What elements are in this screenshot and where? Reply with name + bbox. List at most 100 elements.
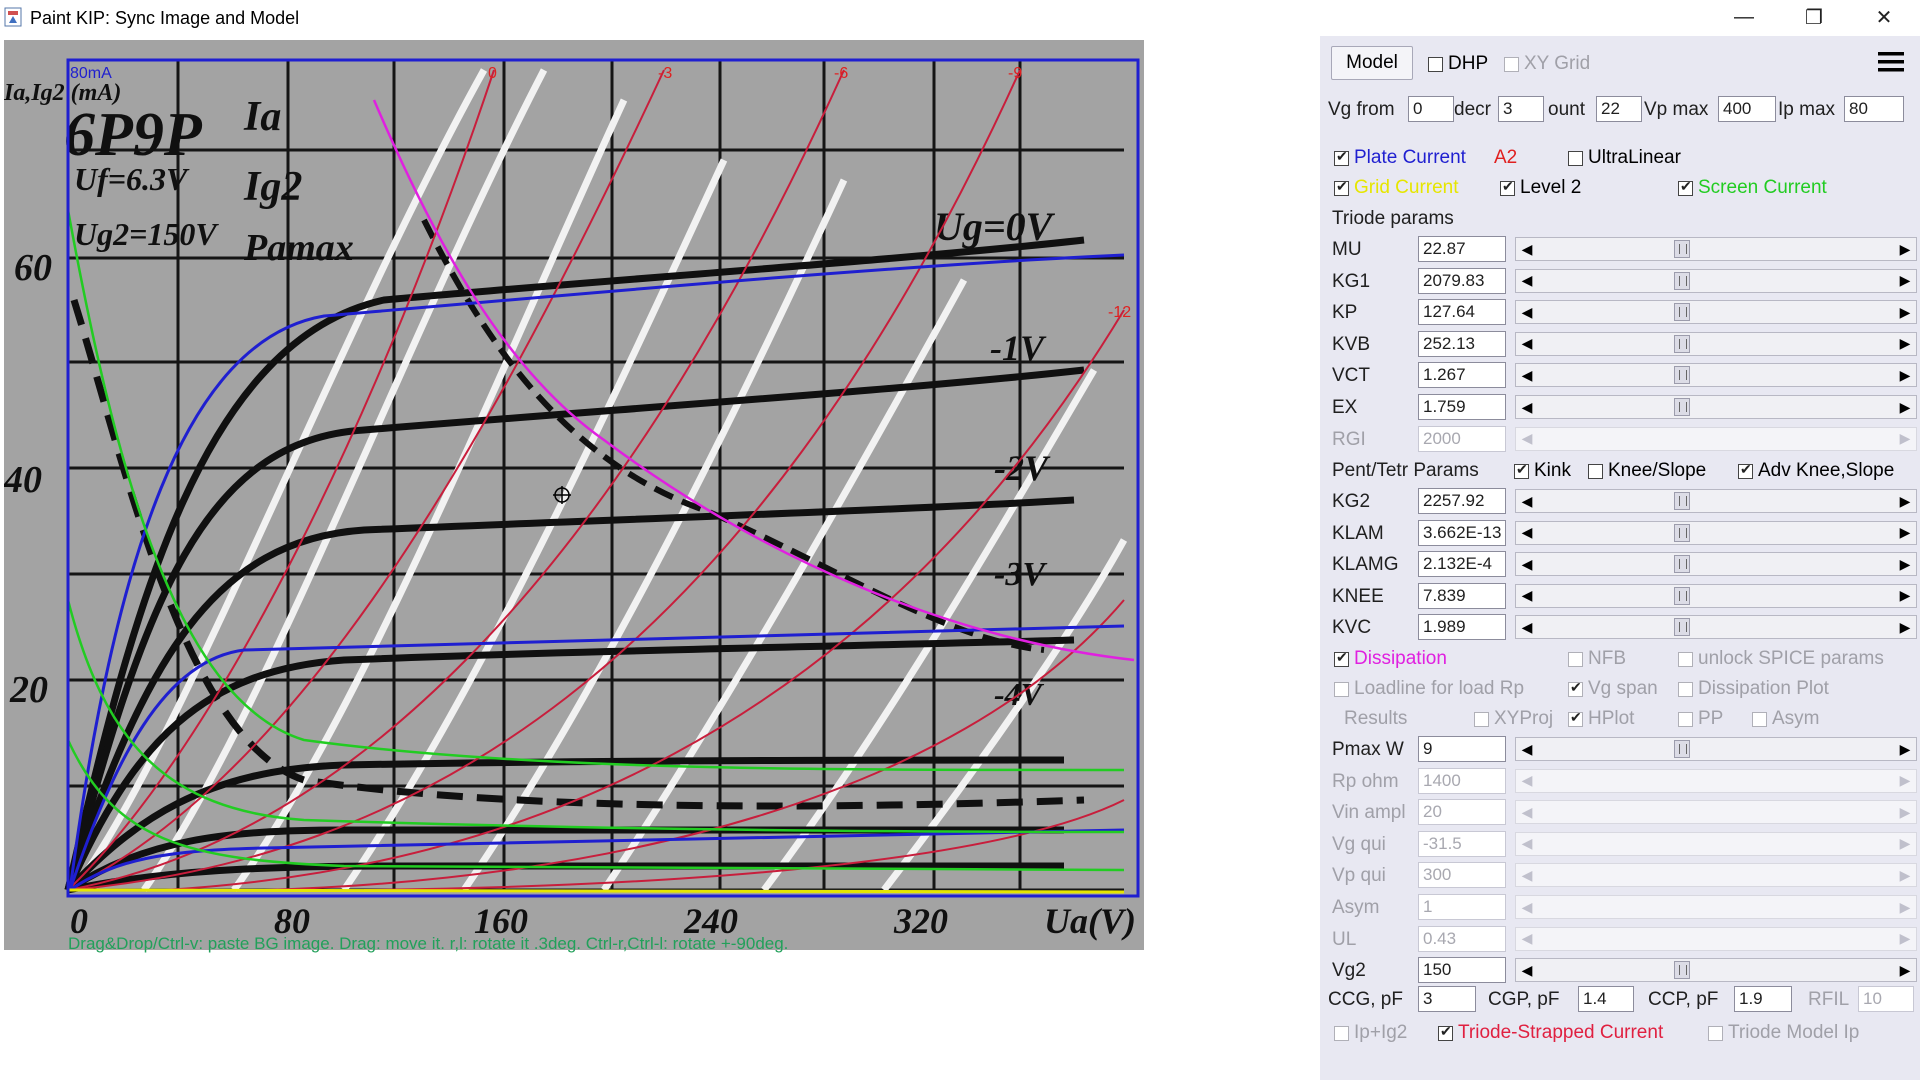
- slider-left-arrow-icon[interactable]: ◀: [1516, 428, 1538, 450]
- background-plot-image[interactable]: 6P9P Ia,Ig2 (mA) Ia Ig2 Pamax Uf=6.3V Ug…: [4, 40, 1144, 950]
- kg2-slider[interactable]: ◀ ▶: [1515, 489, 1917, 513]
- xy-grid-checkbox[interactable]: XY Grid: [1504, 53, 1590, 75]
- plate-current-box[interactable]: [1334, 148, 1349, 166]
- kvb-slider[interactable]: ◀ ▶: [1515, 331, 1917, 356]
- ip-ig2-checkbox[interactable]: Ip+Ig2: [1334, 1022, 1407, 1044]
- screen-current-checkbox[interactable]: Screen Current: [1678, 177, 1827, 199]
- klamg-slider[interactable]: ◀ ▶: [1515, 552, 1917, 577]
- decr-input[interactable]: [1498, 96, 1544, 122]
- slider-right-arrow-icon[interactable]: ▶: [1894, 770, 1916, 792]
- cgp-input[interactable]: [1578, 986, 1634, 1012]
- nfb-box[interactable]: [1568, 651, 1583, 667]
- ex-slider[interactable]: ◀ ▶: [1515, 395, 1917, 419]
- rgi-slider[interactable]: ◀ ▶: [1515, 426, 1917, 451]
- slider-right-arrow-icon[interactable]: ▶: [1894, 553, 1916, 575]
- vg2-slider[interactable]: ◀ ▶: [1515, 958, 1917, 983]
- kvb-input[interactable]: [1418, 330, 1506, 357]
- rp-ohm-slider[interactable]: ◀ ▶: [1515, 768, 1917, 793]
- nfb-checkbox[interactable]: NFB: [1568, 648, 1626, 670]
- kink-box[interactable]: [1514, 461, 1529, 479]
- ccp-input[interactable]: [1734, 986, 1792, 1012]
- slider-right-arrow-icon[interactable]: ▶: [1894, 428, 1916, 450]
- dissipation-plot-checkbox[interactable]: Dissipation Plot: [1678, 678, 1829, 700]
- ex-input[interactable]: [1418, 394, 1506, 420]
- count-input[interactable]: [1596, 96, 1642, 122]
- loadline-box[interactable]: [1334, 681, 1349, 697]
- slider-thumb[interactable]: [1674, 398, 1690, 416]
- slider-thumb[interactable]: [1674, 303, 1690, 322]
- slider-left-arrow-icon[interactable]: ◀: [1516, 270, 1538, 292]
- slider-right-arrow-icon[interactable]: ▶: [1894, 959, 1916, 981]
- klam-slider[interactable]: ◀ ▶: [1515, 520, 1917, 545]
- slider-right-arrow-icon[interactable]: ▶: [1894, 616, 1916, 638]
- ultralinear-box[interactable]: [1568, 150, 1583, 166]
- triode-model-ip-checkbox[interactable]: Triode Model Ip: [1708, 1022, 1859, 1044]
- knee-slider[interactable]: ◀ ▶: [1515, 583, 1917, 608]
- dissipation-box[interactable]: [1334, 649, 1349, 667]
- model-button[interactable]: Model: [1331, 46, 1413, 80]
- slider-left-arrow-icon[interactable]: ◀: [1516, 770, 1538, 792]
- mu-input[interactable]: [1418, 236, 1506, 262]
- vin-ampl-input[interactable]: [1418, 799, 1506, 826]
- slider-right-arrow-icon[interactable]: ▶: [1894, 738, 1916, 760]
- grid-current-box[interactable]: [1334, 178, 1349, 196]
- kvc-input[interactable]: [1418, 614, 1506, 641]
- slider-thumb[interactable]: [1674, 961, 1690, 980]
- loadline-checkbox[interactable]: Loadline for load Rp: [1334, 678, 1524, 700]
- slider-left-arrow-icon[interactable]: ◀: [1516, 864, 1538, 886]
- kp-input[interactable]: [1418, 299, 1506, 326]
- slider-left-arrow-icon[interactable]: ◀: [1516, 238, 1538, 260]
- asym-slider[interactable]: ◀ ▶: [1515, 895, 1917, 919]
- slider-thumb[interactable]: [1674, 492, 1690, 510]
- slider-thumb[interactable]: [1674, 523, 1690, 542]
- xy-grid-box[interactable]: [1504, 56, 1519, 72]
- slider-thumb[interactable]: [1674, 586, 1690, 605]
- slider-left-arrow-icon[interactable]: ◀: [1516, 553, 1538, 575]
- grid-current-checkbox[interactable]: Grid Current: [1334, 177, 1459, 199]
- unlock-spice-box[interactable]: [1678, 651, 1693, 667]
- slider-left-arrow-icon[interactable]: ◀: [1516, 959, 1538, 981]
- slider-right-arrow-icon[interactable]: ▶: [1894, 490, 1916, 512]
- slider-left-arrow-icon[interactable]: ◀: [1516, 616, 1538, 638]
- slider-left-arrow-icon[interactable]: ◀: [1516, 833, 1538, 855]
- dhp-box[interactable]: [1428, 56, 1443, 72]
- vin-ampl-slider[interactable]: ◀ ▶: [1515, 800, 1917, 825]
- ccg-input[interactable]: [1418, 986, 1476, 1012]
- knee-slope-checkbox[interactable]: Knee/Slope: [1588, 460, 1706, 482]
- vct-input[interactable]: [1418, 362, 1506, 389]
- pp-box[interactable]: [1678, 711, 1693, 727]
- slider-thumb[interactable]: [1674, 271, 1690, 290]
- mu-slider[interactable]: ◀ ▶: [1515, 237, 1917, 261]
- kp-slider[interactable]: ◀ ▶: [1515, 300, 1917, 325]
- plate-current-checkbox[interactable]: Plate Current: [1334, 147, 1466, 169]
- asym-checkbox[interactable]: Asym: [1752, 708, 1820, 730]
- asym-input[interactable]: [1418, 894, 1506, 920]
- triode-strapped-box[interactable]: [1438, 1023, 1453, 1041]
- kvc-slider[interactable]: ◀ ▶: [1515, 615, 1917, 640]
- slider-right-arrow-icon[interactable]: ▶: [1894, 801, 1916, 823]
- slider-right-arrow-icon[interactable]: ▶: [1894, 864, 1916, 886]
- level2-box[interactable]: [1500, 178, 1515, 196]
- slider-right-arrow-icon[interactable]: ▶: [1894, 522, 1916, 544]
- slider-right-arrow-icon[interactable]: ▶: [1894, 270, 1916, 292]
- dissipation-plot-box[interactable]: [1678, 681, 1693, 697]
- knee-input[interactable]: [1418, 582, 1506, 609]
- slider-right-arrow-icon[interactable]: ▶: [1894, 301, 1916, 323]
- slider-left-arrow-icon[interactable]: ◀: [1516, 333, 1538, 355]
- results-button[interactable]: Results: [1344, 708, 1407, 730]
- vp-qui-input[interactable]: [1418, 862, 1506, 889]
- slider-thumb[interactable]: [1674, 366, 1690, 385]
- ip-ig2-box[interactable]: [1334, 1025, 1349, 1041]
- menu-icon[interactable]: [1876, 48, 1906, 76]
- rfil-input[interactable]: [1858, 986, 1914, 1012]
- vp-qui-slider[interactable]: ◀ ▶: [1515, 863, 1917, 888]
- vg2-input[interactable]: [1418, 957, 1506, 984]
- slider-thumb[interactable]: [1674, 555, 1690, 574]
- vg-qui-slider[interactable]: ◀ ▶: [1515, 831, 1917, 856]
- hplot-box[interactable]: [1568, 709, 1583, 727]
- triode-strapped-checkbox[interactable]: Triode-Strapped Current: [1438, 1022, 1663, 1044]
- rp-ohm-input[interactable]: [1418, 767, 1506, 794]
- kg1-slider[interactable]: ◀ ▶: [1515, 268, 1917, 293]
- slider-right-arrow-icon[interactable]: ▶: [1894, 364, 1916, 386]
- slider-left-arrow-icon[interactable]: ◀: [1516, 896, 1538, 918]
